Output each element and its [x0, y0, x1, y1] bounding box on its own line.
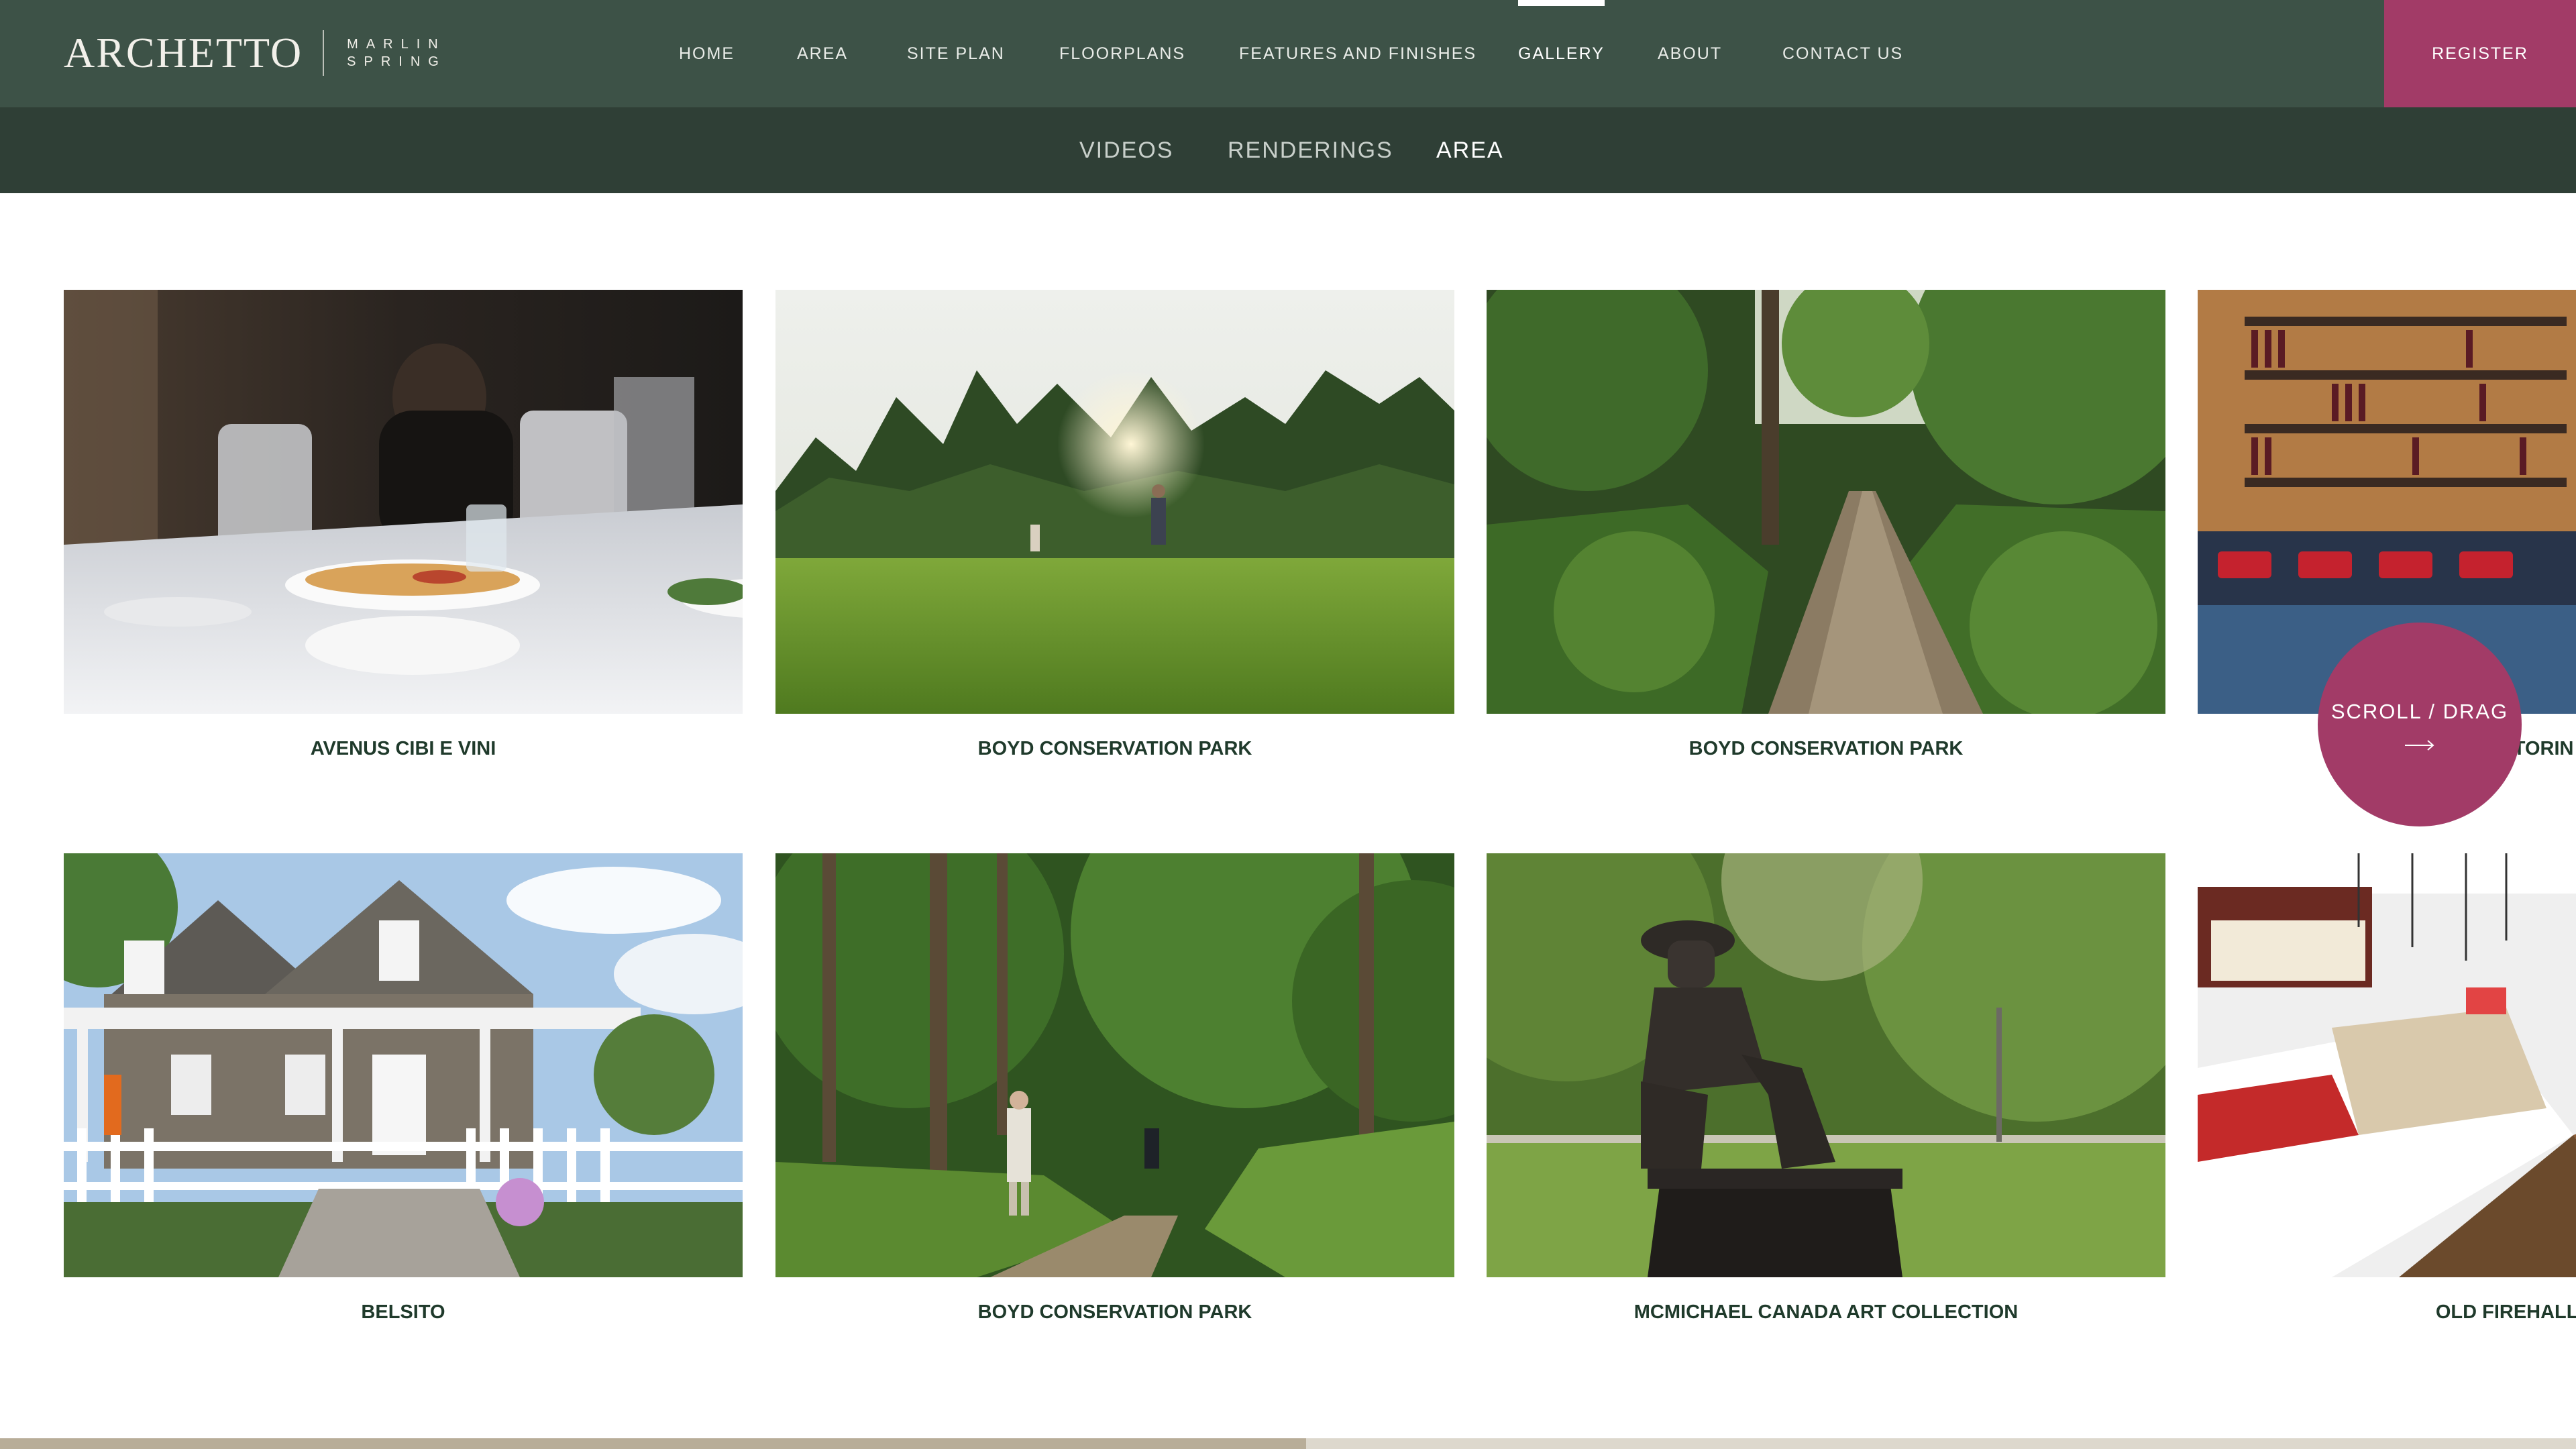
gallery-caption: BOYD CONSERVATION PARK — [977, 738, 1252, 759]
nav-item-features-and-finishes[interactable]: FEATURES AND FINISHES — [1239, 0, 1477, 107]
gallery-photo-park-lawn[interactable] — [775, 290, 1454, 714]
logo-subtitle-line2: SPRING — [347, 54, 447, 69]
logo-subtitle: MARLIN SPRING — [347, 36, 447, 70]
nav-item-about[interactable]: ABOUT — [1658, 0, 1722, 107]
brand-logo[interactable]: ARCHETTO MARLIN SPRING — [64, 30, 447, 76]
nav-item-floorplans[interactable]: FLOORPLANS — [1059, 0, 1185, 107]
logo-wordmark: ARCHETTO — [64, 29, 303, 76]
gallery-photo-house[interactable] — [64, 853, 743, 1277]
gallery-caption: OLD FIREHALL CONF — [2435, 1301, 2576, 1323]
nav-item-gallery[interactable]: GALLERY — [1518, 0, 1605, 107]
gallery-caption: BELSITO — [361, 1301, 445, 1323]
scroll-drag-hint[interactable]: SCROLL / DRAG — [2318, 623, 2522, 826]
gallery-scroll-progress[interactable] — [0, 1438, 2576, 1449]
nav-item-site-plan[interactable]: SITE PLAN — [907, 0, 1005, 107]
gallery-caption: BOYD CONSERVATION PARK — [1688, 738, 1964, 759]
gallery-scroll-progress-fill — [0, 1438, 1306, 1449]
arrow-right-icon — [2405, 740, 2434, 751]
gallery-card[interactable]: OLD FIREHALL CONF — [2198, 853, 2576, 1323]
gallery-caption: BOYD CONSERVATION PARK — [977, 1301, 1252, 1323]
nav-item-contact-us[interactable]: CONTACT US — [1782, 0, 1903, 107]
subnav-tab-renderings[interactable]: RENDERINGS — [1228, 107, 1393, 193]
logo-subtitle-line1: MARLIN — [347, 37, 446, 52]
nav-item-area[interactable]: AREA — [797, 0, 848, 107]
gallery-photo-forest-trail[interactable] — [1487, 290, 2165, 714]
gallery-subnav: VIDEOS RENDERINGS AREA — [0, 107, 2576, 193]
nav-item-gallery-label: GALLERY — [1518, 44, 1605, 63]
subnav-tab-area[interactable]: AREA — [1436, 107, 1504, 193]
gallery-caption: AVENUS CIBI E VINI — [310, 738, 496, 759]
gallery-caption: MCMICHAEL CANADA ART COLLECTION — [1633, 1301, 2019, 1323]
scroll-drag-label: SCROLL / DRAG — [2330, 700, 2509, 723]
subnav-tab-videos[interactable]: VIDEOS — [1079, 107, 1173, 193]
top-navigation: ARCHETTO MARLIN SPRING HOME AREA SITE PL… — [0, 0, 2576, 107]
register-button[interactable]: REGISTER — [2384, 0, 2576, 107]
active-nav-indicator — [1518, 0, 1605, 6]
logo-divider — [323, 30, 325, 76]
nav-item-home[interactable]: HOME — [679, 0, 735, 107]
gallery-photo-restaurant-table[interactable] — [64, 290, 743, 714]
gallery-photo-sculpture[interactable] — [1487, 853, 2165, 1277]
gallery-photo-bakery-counter[interactable] — [2198, 853, 2576, 1277]
gallery-photo-woods-walk[interactable] — [775, 853, 1454, 1277]
